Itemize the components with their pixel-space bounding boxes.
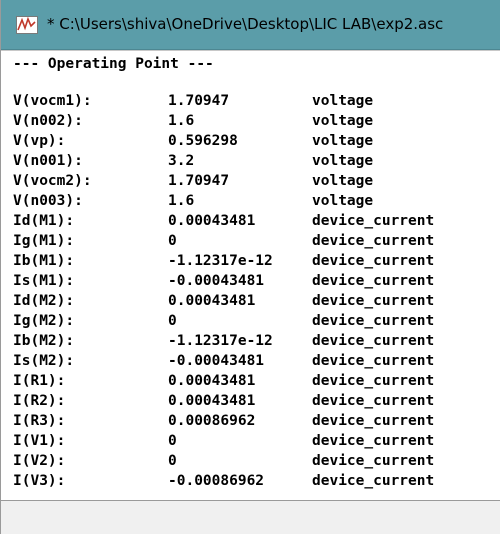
quantity-value: 0	[168, 433, 177, 449]
quantity-value: -0.00043481	[168, 353, 265, 369]
quantity-name: V(n003):	[13, 193, 83, 209]
quantity-kind: voltage	[312, 133, 374, 149]
report-row: Is(M2): -0.00043481 device_current	[1, 351, 500, 371]
report-row: V(vocm1): 1.70947 voltage	[1, 91, 500, 111]
window-title: * C:\Users\shiva\OneDrive\Desktop\LIC LA…	[47, 15, 444, 33]
quantity-name: V(vocm2):	[13, 173, 92, 189]
quantity-value: -0.00043481	[168, 273, 265, 289]
report-row: I(R2): 0.00043481 device_current	[1, 391, 500, 411]
quantity-value: 0	[168, 233, 177, 249]
report-row: Is(M1): -0.00043481 device_current	[1, 271, 500, 291]
quantity-name: I(R3):	[13, 413, 66, 429]
quantity-kind: voltage	[312, 153, 374, 169]
quantity-kind: device_current	[312, 353, 435, 369]
report-row: I(V2): 0 device_current	[1, 451, 500, 471]
quantity-kind: device_current	[312, 293, 435, 309]
quantity-name: Ib(M2):	[13, 333, 75, 349]
quantity-value: 0.00043481	[168, 293, 256, 309]
operating-point-report[interactable]: --- Operating Point --- V(vocm1): 1.70947…	[1, 50, 500, 534]
quantity-name: I(V2):	[13, 453, 66, 469]
quantity-value: 3.2	[168, 153, 195, 169]
report-row: V(n001): 3.2 voltage	[1, 151, 500, 171]
quantity-name: Is(M2):	[13, 353, 75, 369]
quantity-kind: device_current	[312, 253, 435, 269]
quantity-kind: voltage	[312, 173, 374, 189]
window-bottom-frame	[1, 500, 500, 534]
quantity-kind: voltage	[312, 93, 374, 109]
quantity-kind: device_current	[312, 473, 435, 489]
report-row: V(vocm2): 1.70947 voltage	[1, 171, 500, 191]
quantity-name: Ig(M1):	[13, 233, 75, 249]
quantity-kind: device_current	[312, 313, 435, 329]
quantity-kind: device_current	[312, 233, 435, 249]
report-row: Id(M1): 0.00043481 device_current	[1, 211, 500, 231]
report-row: I(V3): -0.00086962 device_current	[1, 471, 500, 491]
quantity-kind: device_current	[312, 373, 435, 389]
quantity-name: I(R1):	[13, 373, 66, 389]
quantity-value: 1.6	[168, 193, 195, 209]
report-rows: V(vocm1): 1.70947 voltage V(n002): 1.6 voltag…	[1, 91, 500, 491]
quantity-value: -1.12317e-12	[168, 253, 273, 269]
title-bar[interactable]: * C:\Users\shiva\OneDrive\Desktop\LIC LA…	[1, 0, 500, 50]
quantity-kind: device_current	[312, 413, 435, 429]
quantity-value: 0.00043481	[168, 213, 256, 229]
quantity-kind: voltage	[312, 193, 374, 209]
report-row: Ib(M2): -1.12317e-12 device_current	[1, 331, 500, 351]
quantity-kind: device_current	[312, 393, 435, 409]
quantity-value: -1.12317e-12	[168, 333, 273, 349]
quantity-name: V(vocm1):	[13, 93, 92, 109]
quantity-value: 0.596298	[168, 133, 238, 149]
quantity-value: 0.00043481	[168, 393, 256, 409]
quantity-value: 0	[168, 453, 177, 469]
quantity-value: 0	[168, 313, 177, 329]
quantity-name: Id(M1):	[13, 213, 75, 229]
quantity-name: I(V3):	[13, 473, 66, 489]
report-heading: --- Operating Point ---	[13, 56, 214, 72]
quantity-value: 1.6	[168, 113, 195, 129]
quantity-kind: device_current	[312, 333, 435, 349]
ltspice-waveform-icon	[16, 16, 38, 34]
quantity-value: -0.00086962	[168, 473, 265, 489]
quantity-value: 0.00086962	[168, 413, 256, 429]
report-row: I(R3): 0.00086962 device_current	[1, 411, 500, 431]
report-row: V(vp): 0.596298 voltage	[1, 131, 500, 151]
operating-point-window: * C:\Users\shiva\OneDrive\Desktop\LIC LA…	[0, 0, 500, 534]
quantity-value: 1.70947	[168, 173, 230, 189]
report-row: V(n002): 1.6 voltage	[1, 111, 500, 131]
quantity-kind: device_current	[312, 213, 435, 229]
quantity-kind: device_current	[312, 433, 435, 449]
quantity-value: 0.00043481	[168, 373, 256, 389]
report-row: I(V1): 0 device_current	[1, 431, 500, 451]
quantity-name: V(n001):	[13, 153, 83, 169]
quantity-name: I(V1):	[13, 433, 66, 449]
quantity-kind: device_current	[312, 273, 435, 289]
report-row: Ig(M2): 0 device_current	[1, 311, 500, 331]
report-row: I(R1): 0.00043481 device_current	[1, 371, 500, 391]
report-row: Ib(M1): -1.12317e-12 device_current	[1, 251, 500, 271]
report-row: Ig(M1): 0 device_current	[1, 231, 500, 251]
report-row: V(n003): 1.6 voltage	[1, 191, 500, 211]
quantity-name: Is(M1):	[13, 273, 75, 289]
quantity-name: Id(M2):	[13, 293, 75, 309]
quantity-name: V(n002):	[13, 113, 83, 129]
quantity-name: Ib(M1):	[13, 253, 75, 269]
quantity-value: 1.70947	[168, 93, 230, 109]
quantity-kind: device_current	[312, 453, 435, 469]
quantity-name: Ig(M2):	[13, 313, 75, 329]
quantity-name: V(vp):	[13, 133, 66, 149]
report-row: Id(M2): 0.00043481 device_current	[1, 291, 500, 311]
quantity-name: I(R2):	[13, 393, 66, 409]
quantity-kind: voltage	[312, 113, 374, 129]
